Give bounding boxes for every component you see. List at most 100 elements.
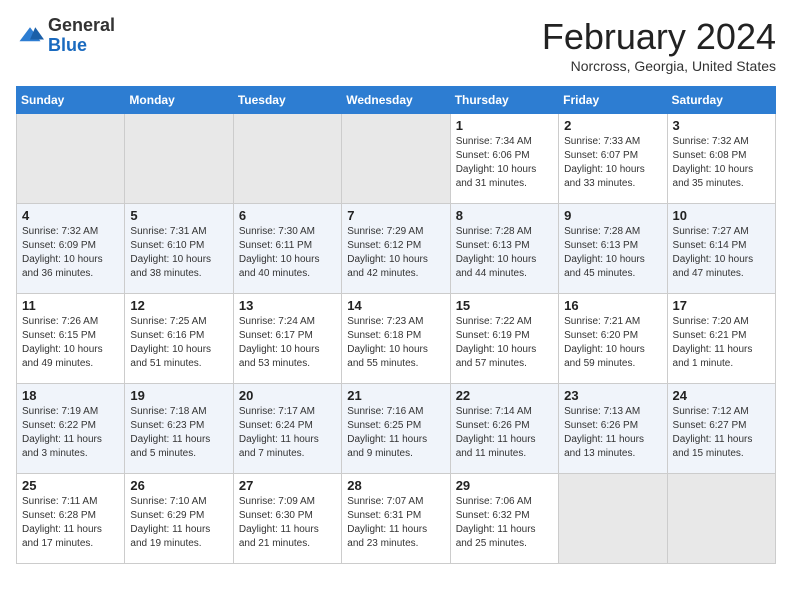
day-info: Sunrise: 7:09 AMSunset: 6:30 PMDaylight:…: [239, 495, 336, 551]
calendar-day-cell: [17, 114, 125, 204]
header-row: SundayMondayTuesdayWednesdayThursdayFrid…: [17, 87, 776, 114]
day-info: Sunrise: 7:22 AMSunset: 6:19 PMDaylight:…: [456, 315, 553, 371]
calendar-day-cell: 23Sunrise: 7:13 AMSunset: 6:26 PMDayligh…: [559, 384, 667, 474]
logo: General Blue: [16, 16, 115, 56]
day-of-week-header: Friday: [559, 87, 667, 114]
day-number: 2: [564, 118, 661, 133]
day-info: Sunrise: 7:30 AMSunset: 6:11 PMDaylight:…: [239, 225, 336, 281]
day-info: Sunrise: 7:14 AMSunset: 6:26 PMDaylight:…: [456, 405, 553, 461]
day-number: 24: [673, 388, 770, 403]
header: General Blue February 2024 Norcross, Geo…: [16, 16, 776, 74]
calendar-day-cell: 14Sunrise: 7:23 AMSunset: 6:18 PMDayligh…: [342, 294, 450, 384]
day-info: Sunrise: 7:27 AMSunset: 6:14 PMDaylight:…: [673, 225, 770, 281]
calendar-week-row: 18Sunrise: 7:19 AMSunset: 6:22 PMDayligh…: [17, 384, 776, 474]
calendar-day-cell: 4 Sunrise: 7:32 AMSunset: 6:09 PMDaylight…: [17, 204, 125, 294]
day-info: Sunrise: 7:25 AMSunset: 6:16 PMDaylight:…: [130, 315, 227, 371]
month-year: February 2024: [542, 16, 776, 58]
calendar-day-cell: [233, 114, 341, 204]
day-number: 19: [130, 388, 227, 403]
calendar-day-cell: 9 Sunrise: 7:28 AMSunset: 6:13 PMDaylight…: [559, 204, 667, 294]
calendar-day-cell: 19 Sunrise: 7:18 AMSunset: 6:23 PMDayligh…: [125, 384, 233, 474]
calendar-day-cell: 5 Sunrise: 7:31 AMSunset: 6:10 PMDaylight…: [125, 204, 233, 294]
day-number: 15: [456, 298, 553, 313]
calendar-table: SundayMondayTuesdayWednesdayThursdayFrid…: [16, 86, 776, 564]
day-number: 23: [564, 388, 661, 403]
calendar-header: SundayMondayTuesdayWednesdayThursdayFrid…: [17, 87, 776, 114]
calendar-day-cell: 18Sunrise: 7:19 AMSunset: 6:22 PMDayligh…: [17, 384, 125, 474]
location: Norcross, Georgia, United States: [542, 58, 776, 74]
calendar-day-cell: [559, 474, 667, 564]
day-info: Sunrise: 7:31 AMSunset: 6:10 PMDaylight:…: [130, 225, 227, 281]
calendar-day-cell: [342, 114, 450, 204]
calendar-day-cell: 13Sunrise: 7:24 AMSunset: 6:17 PMDayligh…: [233, 294, 341, 384]
calendar-week-row: 4 Sunrise: 7:32 AMSunset: 6:09 PMDaylight…: [17, 204, 776, 294]
day-info: Sunrise: 7:29 AMSunset: 6:12 PMDaylight:…: [347, 225, 444, 281]
day-number: 25: [22, 478, 119, 493]
calendar-day-cell: 25 Sunrise: 7:11 AMSunset: 6:28 PMDayligh…: [17, 474, 125, 564]
day-number: 10: [673, 208, 770, 223]
day-number: 12: [130, 298, 227, 313]
calendar-week-row: 1 Sunrise: 7:34 AMSunset: 6:06 PMDaylight…: [17, 114, 776, 204]
calendar-week-row: 11Sunrise: 7:26 AMSunset: 6:15 PMDayligh…: [17, 294, 776, 384]
calendar-body: 1 Sunrise: 7:34 AMSunset: 6:06 PMDaylight…: [17, 114, 776, 564]
day-number: 5: [130, 208, 227, 223]
day-info: Sunrise: 7:07 AMSunset: 6:31 PMDaylight:…: [347, 495, 444, 551]
day-info: Sunrise: 7:20 AMSunset: 6:21 PMDaylight:…: [673, 315, 770, 371]
day-of-week-header: Monday: [125, 87, 233, 114]
day-of-week-header: Tuesday: [233, 87, 341, 114]
day-info: Sunrise: 7:28 AMSunset: 6:13 PMDaylight:…: [456, 225, 553, 281]
calendar-day-cell: 12 Sunrise: 7:25 AMSunset: 6:16 PMDayligh…: [125, 294, 233, 384]
day-info: Sunrise: 7:33 AMSunset: 6:07 PMDaylight:…: [564, 135, 661, 191]
day-info: Sunrise: 7:19 AMSunset: 6:22 PMDaylight:…: [22, 405, 119, 461]
day-number: 17: [673, 298, 770, 313]
day-info: Sunrise: 7:16 AMSunset: 6:25 PMDaylight:…: [347, 405, 444, 461]
day-number: 9: [564, 208, 661, 223]
day-number: 26: [130, 478, 227, 493]
logo-icon: [16, 22, 44, 50]
day-number: 8: [456, 208, 553, 223]
day-info: Sunrise: 7:32 AMSunset: 6:08 PMDaylight:…: [673, 135, 770, 191]
calendar-day-cell: [125, 114, 233, 204]
day-number: 6: [239, 208, 336, 223]
calendar-day-cell: [667, 474, 775, 564]
day-number: 7: [347, 208, 444, 223]
logo-text: General Blue: [48, 16, 115, 56]
title-area: February 2024 Norcross, Georgia, United …: [542, 16, 776, 74]
day-of-week-header: Thursday: [450, 87, 558, 114]
calendar-day-cell: 27Sunrise: 7:09 AMSunset: 6:30 PMDayligh…: [233, 474, 341, 564]
day-number: 1: [456, 118, 553, 133]
day-info: Sunrise: 7:28 AMSunset: 6:13 PMDaylight:…: [564, 225, 661, 281]
day-info: Sunrise: 7:18 AMSunset: 6:23 PMDaylight:…: [130, 405, 227, 461]
day-info: Sunrise: 7:21 AMSunset: 6:20 PMDaylight:…: [564, 315, 661, 371]
calendar-day-cell: 6 Sunrise: 7:30 AMSunset: 6:11 PMDaylight…: [233, 204, 341, 294]
calendar-day-cell: 28Sunrise: 7:07 AMSunset: 6:31 PMDayligh…: [342, 474, 450, 564]
day-info: Sunrise: 7:34 AMSunset: 6:06 PMDaylight:…: [456, 135, 553, 191]
calendar-day-cell: 8 Sunrise: 7:28 AMSunset: 6:13 PMDaylight…: [450, 204, 558, 294]
calendar-day-cell: 17 Sunrise: 7:20 AMSunset: 6:21 PMDayligh…: [667, 294, 775, 384]
day-of-week-header: Saturday: [667, 87, 775, 114]
calendar-day-cell: 21Sunrise: 7:16 AMSunset: 6:25 PMDayligh…: [342, 384, 450, 474]
day-info: Sunrise: 7:26 AMSunset: 6:15 PMDaylight:…: [22, 315, 119, 371]
calendar-day-cell: 2 Sunrise: 7:33 AMSunset: 6:07 PMDaylight…: [559, 114, 667, 204]
day-number: 14: [347, 298, 444, 313]
day-info: Sunrise: 7:11 AMSunset: 6:28 PMDaylight:…: [22, 495, 119, 551]
calendar-day-cell: 29 Sunrise: 7:06 AMSunset: 6:32 PMDayligh…: [450, 474, 558, 564]
day-number: 16: [564, 298, 661, 313]
day-info: Sunrise: 7:24 AMSunset: 6:17 PMDaylight:…: [239, 315, 336, 371]
calendar-day-cell: 10 Sunrise: 7:27 AMSunset: 6:14 PMDayligh…: [667, 204, 775, 294]
day-of-week-header: Sunday: [17, 87, 125, 114]
day-number: 22: [456, 388, 553, 403]
calendar-day-cell: 24 Sunrise: 7:12 AMSunset: 6:27 PMDayligh…: [667, 384, 775, 474]
day-number: 29: [456, 478, 553, 493]
calendar-day-cell: 3Sunrise: 7:32 AMSunset: 6:08 PMDaylight…: [667, 114, 775, 204]
day-info: Sunrise: 7:12 AMSunset: 6:27 PMDaylight:…: [673, 405, 770, 461]
calendar-day-cell: 15 Sunrise: 7:22 AMSunset: 6:19 PMDayligh…: [450, 294, 558, 384]
day-info: Sunrise: 7:17 AMSunset: 6:24 PMDaylight:…: [239, 405, 336, 461]
day-number: 4: [22, 208, 119, 223]
day-info: Sunrise: 7:06 AMSunset: 6:32 PMDaylight:…: [456, 495, 553, 551]
day-of-week-header: Wednesday: [342, 87, 450, 114]
calendar-day-cell: 22 Sunrise: 7:14 AMSunset: 6:26 PMDayligh…: [450, 384, 558, 474]
day-info: Sunrise: 7:10 AMSunset: 6:29 PMDaylight:…: [130, 495, 227, 551]
calendar-day-cell: 16 Sunrise: 7:21 AMSunset: 6:20 PMDayligh…: [559, 294, 667, 384]
day-info: Sunrise: 7:32 AMSunset: 6:09 PMDaylight:…: [22, 225, 119, 281]
